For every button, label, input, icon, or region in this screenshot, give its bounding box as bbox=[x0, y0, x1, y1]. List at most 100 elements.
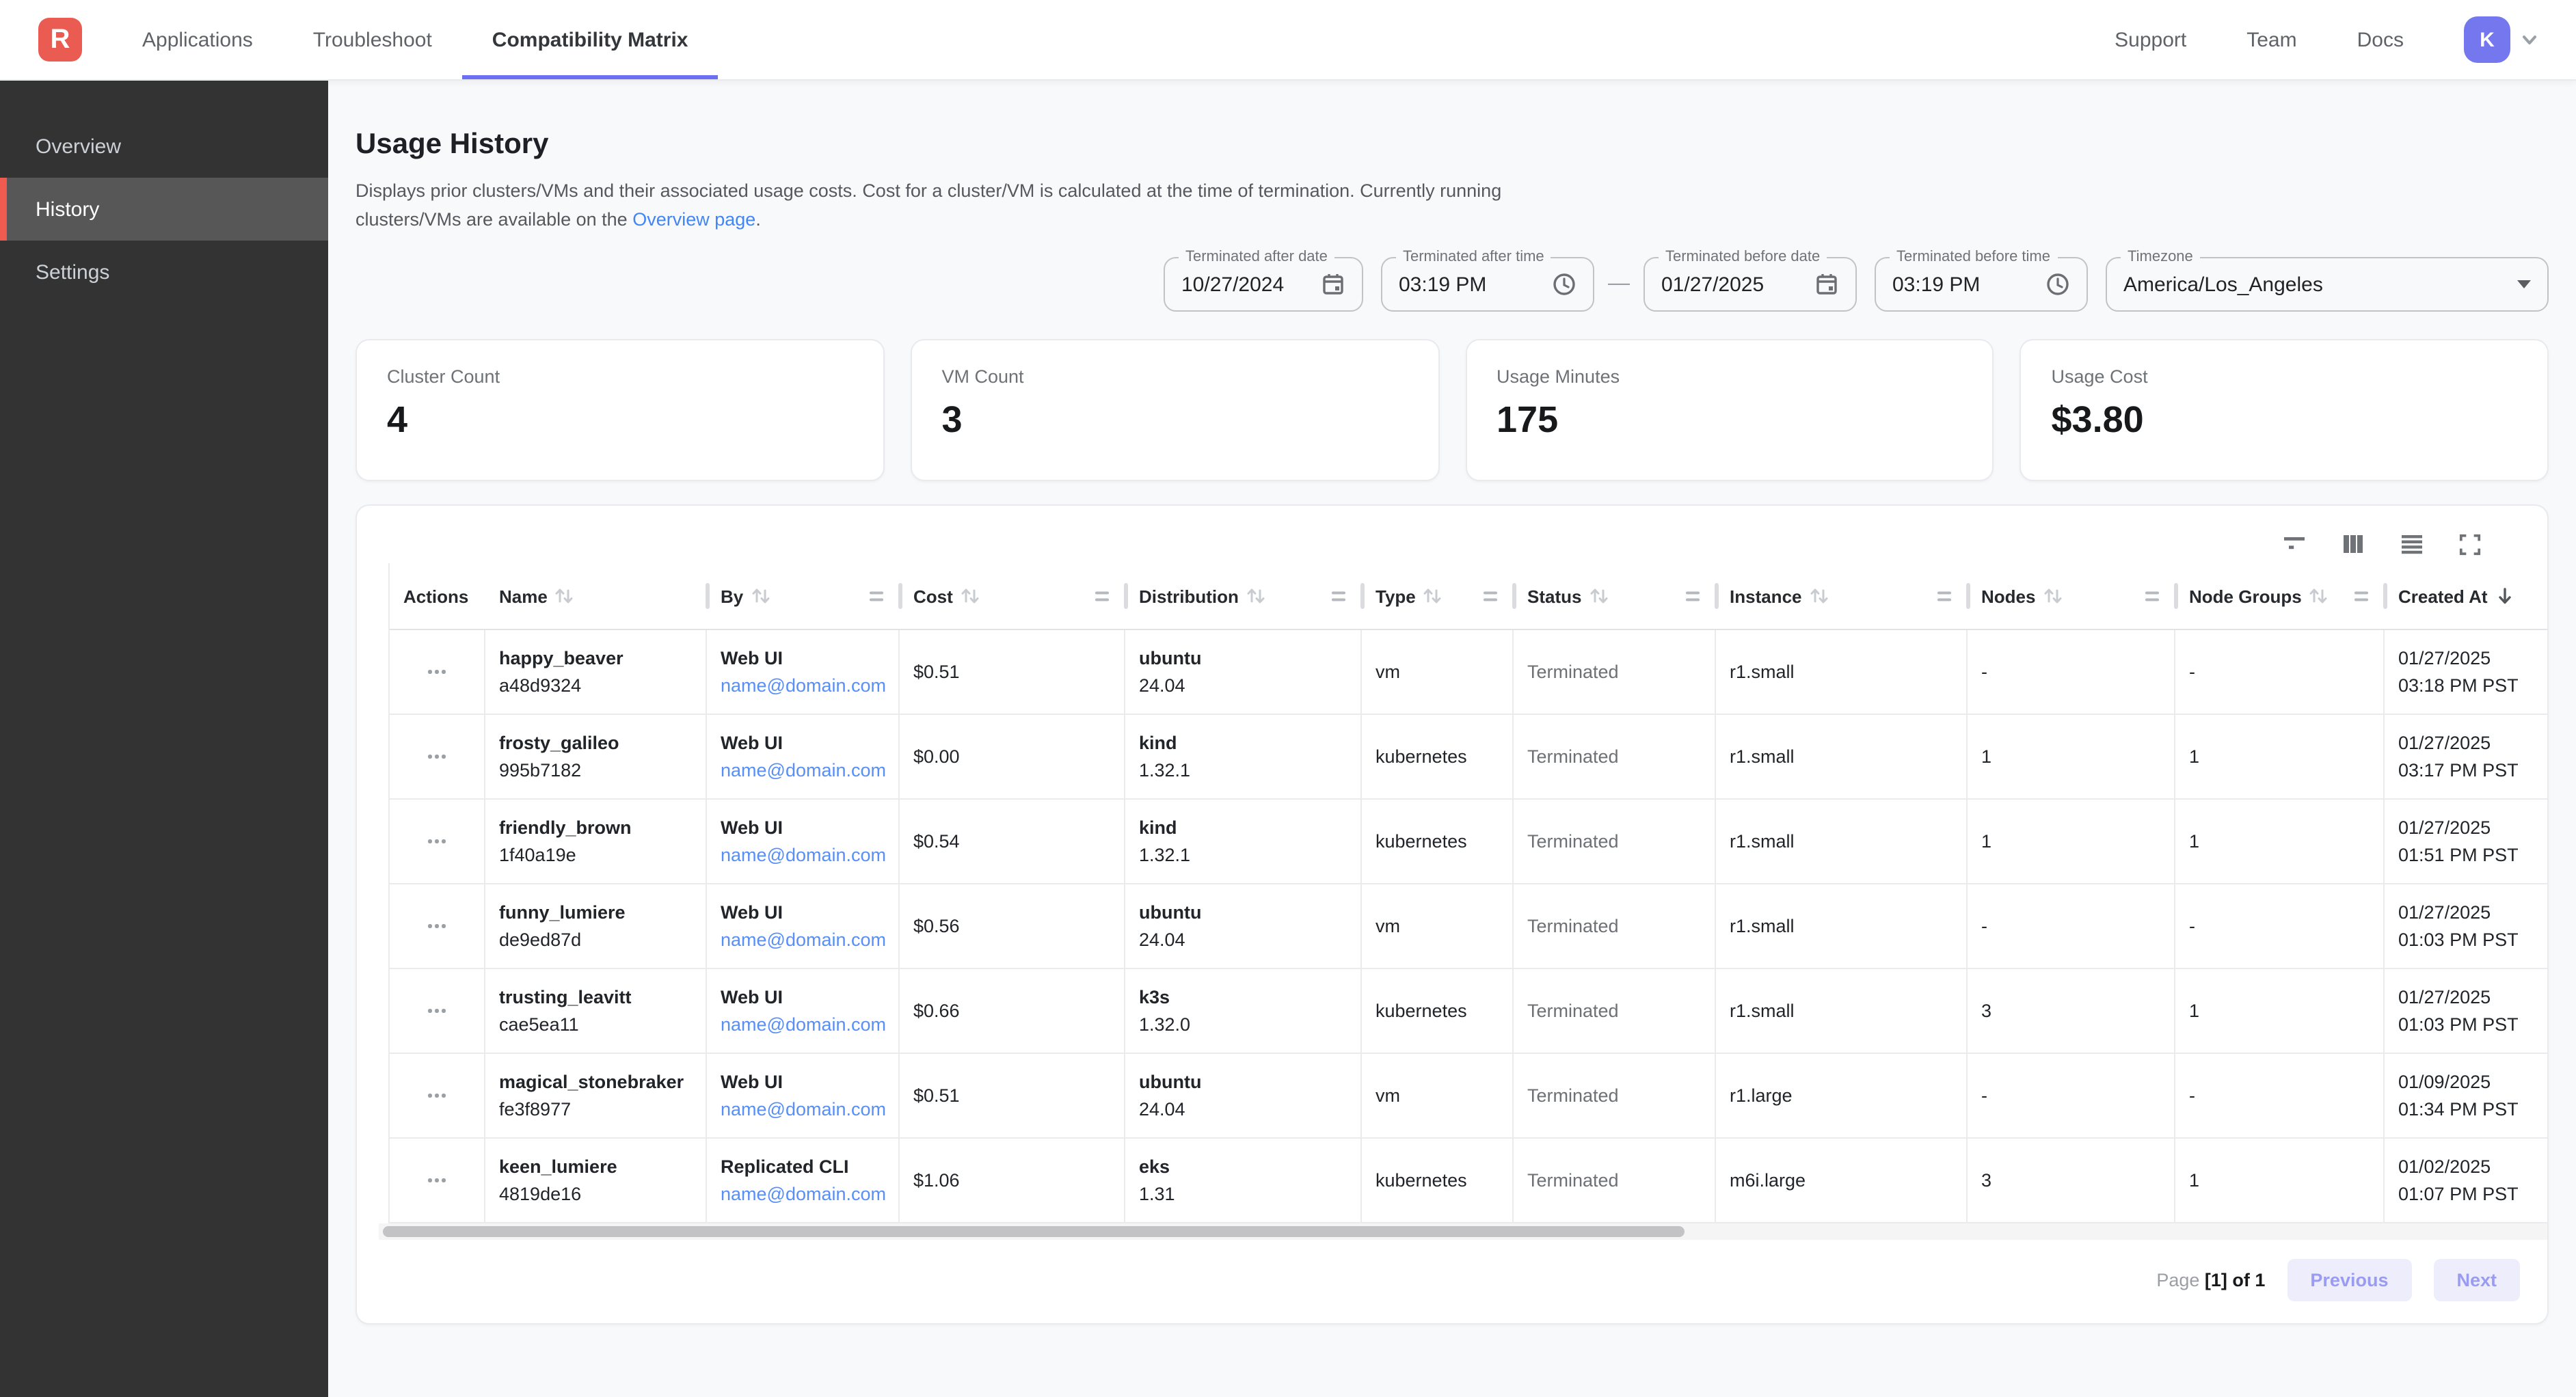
calendar-icon[interactable] bbox=[1814, 272, 1839, 297]
terminated-before-date-field[interactable]: Terminated before date 01/27/2025 bbox=[1643, 257, 1857, 312]
email-link[interactable]: name@domain.com bbox=[721, 760, 898, 781]
cell-cost: $0.51 bbox=[900, 630, 1125, 714]
tab-troubleshoot[interactable]: Troubleshoot bbox=[283, 0, 462, 79]
column-header-created-at[interactable]: Created At bbox=[2385, 563, 2547, 629]
cell-by: Web UI name@domain.com bbox=[707, 884, 900, 968]
cell-created-at: 01/27/202503:17 PM PST bbox=[2385, 715, 2547, 798]
row-actions-button[interactable] bbox=[422, 916, 451, 936]
email-link[interactable]: name@domain.com bbox=[721, 675, 898, 696]
cell-text: fe3f8977 bbox=[499, 1099, 706, 1120]
cell-text: 1 bbox=[1981, 746, 2174, 767]
cell-nodes: - bbox=[1968, 630, 2175, 714]
cell-text: Web UI bbox=[721, 733, 898, 753]
table-row: keen_lumiere4819de16Replicated CLIname@d… bbox=[390, 1139, 2547, 1223]
cell-text: Terminated bbox=[1527, 1085, 1715, 1106]
table-scroll-area: ActionsNameByCostDistributionTypeStatusI… bbox=[388, 563, 2547, 1223]
sidebar-item-history[interactable]: History bbox=[0, 178, 328, 241]
column-header-nodes[interactable]: Nodes bbox=[1968, 563, 2175, 629]
fullscreen-icon[interactable] bbox=[2458, 532, 2482, 556]
cell-distribution: ubuntu24.04 bbox=[1125, 1054, 1362, 1137]
terminated-before-time-field[interactable]: Terminated before time 03:19 PM bbox=[1875, 257, 2088, 312]
avatar[interactable]: K bbox=[2464, 16, 2510, 63]
column-header-instance[interactable]: Instance bbox=[1716, 563, 1968, 629]
cell-text: r1.small bbox=[1730, 746, 1966, 767]
clock-icon[interactable] bbox=[1552, 272, 1577, 297]
previous-button[interactable]: Previous bbox=[2287, 1259, 2411, 1301]
column-menu-icon[interactable] bbox=[870, 592, 883, 601]
overview-page-link[interactable]: Overview page bbox=[632, 209, 755, 230]
row-actions-button[interactable] bbox=[422, 1001, 451, 1020]
terminated-after-date-field[interactable]: Terminated after date 10/27/2024 bbox=[1164, 257, 1363, 312]
cell-text: r1.small bbox=[1730, 916, 1966, 936]
row-actions-button[interactable] bbox=[422, 746, 451, 766]
column-header-status[interactable]: Status bbox=[1514, 563, 1716, 629]
cell-text: 24.04 bbox=[1139, 675, 1360, 696]
column-menu-icon[interactable] bbox=[1332, 592, 1345, 601]
column-header-distribution[interactable]: Distribution bbox=[1125, 563, 1362, 629]
sidebar-item-settings[interactable]: Settings bbox=[0, 241, 328, 303]
row-actions-button[interactable] bbox=[422, 662, 451, 681]
sidebar-item-overview[interactable]: Overview bbox=[0, 115, 328, 178]
timezone-select[interactable]: Timezone America/Los_Angeles bbox=[2106, 257, 2549, 312]
filter-icon[interactable] bbox=[2282, 532, 2307, 556]
column-menu-icon[interactable] bbox=[2145, 592, 2159, 601]
cell-actions bbox=[390, 969, 485, 1053]
column-menu-icon[interactable] bbox=[1484, 592, 1497, 601]
calendar-icon[interactable] bbox=[1321, 272, 1345, 297]
row-actions-button[interactable] bbox=[422, 831, 451, 851]
field-label: Terminated before date bbox=[1659, 249, 1827, 265]
column-header-node-groups[interactable]: Node Groups bbox=[2175, 563, 2385, 629]
column-header-by[interactable]: By bbox=[707, 563, 900, 629]
tab-compatibility-matrix[interactable]: Compatibility Matrix bbox=[462, 0, 719, 79]
scrollbar-thumb[interactable] bbox=[383, 1226, 1684, 1237]
cell-type: kubernetes bbox=[1362, 969, 1514, 1053]
column-label: Nodes bbox=[1981, 586, 2035, 606]
cell-text: 01/27/2025 bbox=[2398, 817, 2547, 838]
column-header-type[interactable]: Type bbox=[1362, 563, 1514, 629]
column-header-name[interactable]: Name bbox=[485, 563, 707, 629]
cell-instance: m6i.large bbox=[1716, 1139, 1968, 1222]
cell-text: frosty_galileo bbox=[499, 733, 706, 753]
cell-status: Terminated bbox=[1514, 884, 1716, 968]
density-icon[interactable] bbox=[2400, 532, 2424, 556]
cell-text: ubuntu bbox=[1139, 902, 1360, 923]
link-docs[interactable]: Docs bbox=[2357, 28, 2404, 51]
app-window: R Applications Troubleshoot Compatibilit… bbox=[0, 0, 2576, 1397]
row-actions-button[interactable] bbox=[422, 1170, 451, 1190]
email-link[interactable]: name@domain.com bbox=[721, 845, 898, 865]
link-team[interactable]: Team bbox=[2246, 28, 2296, 51]
field-label: Timezone bbox=[2121, 249, 2200, 265]
chevron-down-icon[interactable] bbox=[2519, 29, 2540, 51]
cell-text: funny_lumiere bbox=[499, 902, 706, 923]
page-indicator: Page [1] of 1 bbox=[2156, 1270, 2265, 1290]
column-header-cost[interactable]: Cost bbox=[900, 563, 1125, 629]
columns-icon[interactable] bbox=[2341, 532, 2365, 556]
cell-text: kubernetes bbox=[1376, 746, 1512, 767]
cell-text: kind bbox=[1139, 817, 1360, 838]
column-menu-icon[interactable] bbox=[1686, 592, 1700, 601]
column-menu-icon[interactable] bbox=[2354, 592, 2368, 601]
column-menu-icon[interactable] bbox=[1937, 592, 1951, 601]
table-body: happy_beavera48d9324Web UIname@domain.co… bbox=[390, 630, 2547, 1223]
table-row: friendly_brown1f40a19eWeb UIname@domain.… bbox=[390, 800, 2547, 884]
link-support[interactable]: Support bbox=[2115, 28, 2186, 51]
cell-text: Web UI bbox=[721, 902, 898, 923]
email-link[interactable]: name@domain.com bbox=[721, 1014, 898, 1035]
email-link[interactable]: name@domain.com bbox=[721, 1099, 898, 1120]
cell-text: $0.54 bbox=[913, 831, 1124, 852]
email-link[interactable]: name@domain.com bbox=[721, 930, 898, 950]
row-actions-button[interactable] bbox=[422, 1085, 451, 1105]
cell-actions bbox=[390, 1139, 485, 1222]
next-button[interactable]: Next bbox=[2433, 1259, 2520, 1301]
column-menu-icon[interactable] bbox=[1095, 592, 1109, 601]
replicated-logo[interactable]: R bbox=[38, 18, 82, 62]
cell-created-at: 01/27/202501:03 PM PST bbox=[2385, 969, 2547, 1053]
terminated-after-time-field[interactable]: Terminated after time 03:19 PM bbox=[1381, 257, 1594, 312]
cell-text: - bbox=[2189, 1085, 2383, 1106]
clock-icon[interactable] bbox=[2045, 272, 2070, 297]
cell-created-at: 01/09/202501:34 PM PST bbox=[2385, 1054, 2547, 1137]
tab-applications[interactable]: Applications bbox=[112, 0, 283, 79]
tab-label: Applications bbox=[142, 28, 253, 51]
cell-cost: $0.56 bbox=[900, 884, 1125, 968]
email-link[interactable]: name@domain.com bbox=[721, 1184, 898, 1204]
